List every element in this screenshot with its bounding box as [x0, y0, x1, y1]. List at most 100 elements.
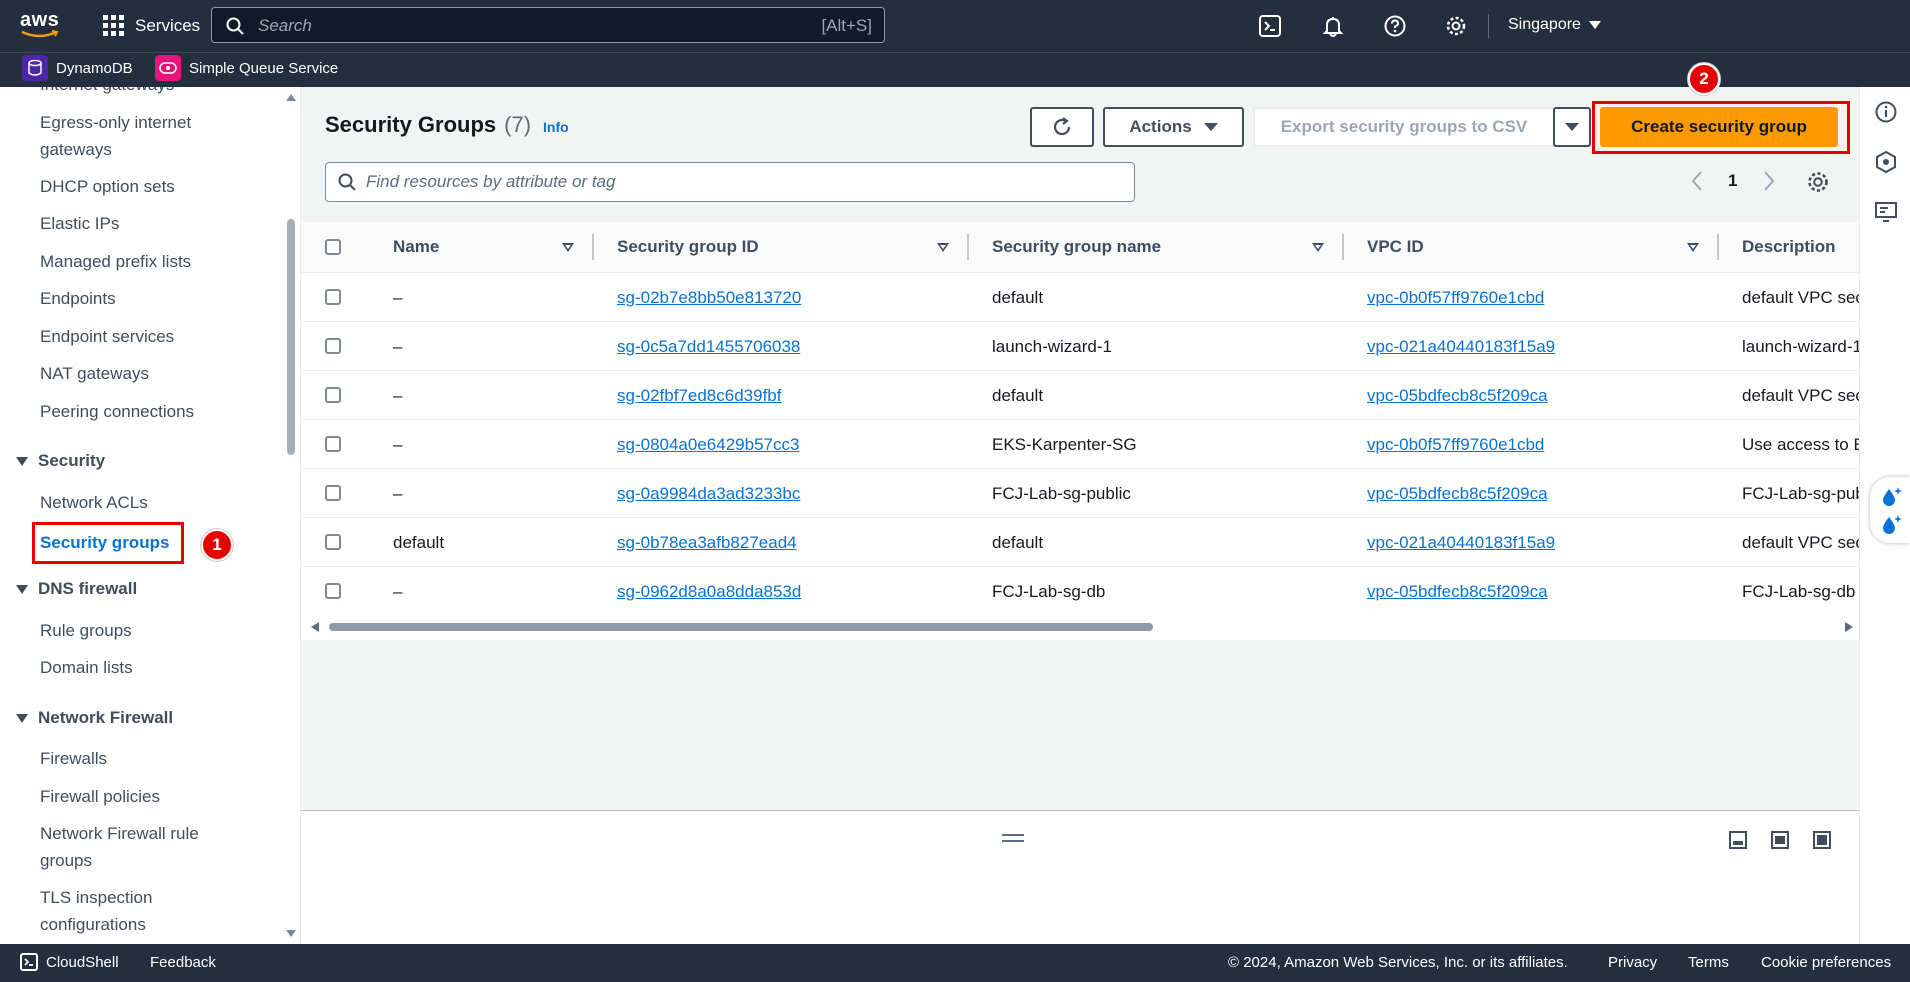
split-panel-drag-handle[interactable] — [1001, 833, 1025, 843]
nav-item-tls-inspection-cont[interactable]: configurations — [40, 911, 146, 938]
caret-down-icon — [16, 584, 28, 594]
notifications-button[interactable] — [1303, 0, 1363, 52]
right-tools-rail — [1859, 87, 1910, 944]
table-row[interactable]: default sg-0b78ea3afb827ead4 default vpc… — [301, 517, 1859, 566]
table-row[interactable]: – sg-02b7e8bb50e813720 default vpc-0b0f5… — [301, 272, 1859, 321]
nav-item-nfw-rule-groups[interactable]: Network Firewall rule — [40, 820, 199, 847]
column-resizer[interactable] — [967, 234, 969, 260]
cloudshell-footer-button[interactable]: CloudShell — [20, 953, 119, 971]
cell-sg-id-link[interactable]: sg-0b78ea3afb827ead4 — [617, 518, 797, 567]
panel-hide-button[interactable] — [1813, 831, 1831, 849]
refresh-button[interactable] — [1030, 107, 1094, 147]
table-row[interactable]: – sg-0804a0e6429b57cc3 EKS-Karpenter-SG … — [301, 419, 1859, 468]
panel-bottom-button[interactable] — [1729, 831, 1747, 849]
column-header-sg-name[interactable]: Security group name — [992, 222, 1362, 272]
favorite-sqs[interactable]: Simple Queue Service — [155, 55, 338, 81]
cell-sg-id-link[interactable]: sg-0c5a7dd1455706038 — [617, 322, 800, 371]
next-page-button[interactable] — [1762, 170, 1776, 192]
nav-item-tls-inspection[interactable]: TLS inspection — [40, 884, 152, 911]
nav-item-egress-only-cont[interactable]: gateways — [40, 136, 112, 163]
cell-vpc-link[interactable]: vpc-021a40440183f15a9 — [1367, 518, 1555, 567]
aws-logo[interactable]: aws — [20, 10, 60, 40]
nav-item-firewalls[interactable]: Firewalls — [40, 745, 107, 772]
table-row[interactable]: – sg-0c5a7dd1455706038 launch-wizard-1 v… — [301, 321, 1859, 370]
row-checkbox[interactable] — [325, 289, 341, 305]
privacy-link[interactable]: Privacy — [1608, 954, 1657, 971]
help-button[interactable] — [1365, 0, 1425, 52]
actions-dropdown[interactable]: Actions — [1103, 107, 1244, 147]
nav-item-security-groups[interactable]: Security groups — [40, 529, 169, 556]
cell-vpc-link[interactable]: vpc-05bdfecb8c5f209ca — [1367, 371, 1548, 420]
table-preferences-button[interactable] — [1806, 170, 1830, 194]
column-resizer[interactable] — [592, 234, 594, 260]
nav-item-endpoint-services[interactable]: Endpoint services — [40, 323, 174, 350]
info-link[interactable]: Info — [543, 119, 569, 135]
select-all-checkbox[interactable] — [325, 239, 341, 255]
nav-item-elastic-ips[interactable]: Elastic IPs — [40, 210, 119, 237]
nav-item-egress-only[interactable]: Egress-only internet — [40, 109, 191, 136]
explore-related-button[interactable] — [1875, 151, 1897, 173]
cell-vpc-link[interactable]: vpc-0b0f57ff9760e1cbd — [1367, 273, 1544, 322]
cell-sg-id-link[interactable]: sg-02b7e8bb50e813720 — [617, 273, 801, 322]
column-header-description[interactable]: Description — [1742, 222, 1859, 272]
row-checkbox[interactable] — [325, 485, 341, 501]
row-checkbox[interactable] — [325, 387, 341, 403]
nav-item-endpoints[interactable]: Endpoints — [40, 285, 116, 312]
table-row[interactable]: – sg-0a9984da3ad3233bc FCJ-Lab-sg-public… — [301, 468, 1859, 517]
terms-link[interactable]: Terms — [1688, 954, 1729, 971]
row-checkbox[interactable] — [325, 534, 341, 550]
cookie-preferences-link[interactable]: Cookie preferences — [1761, 954, 1891, 971]
export-options-dropdown[interactable] — [1553, 107, 1591, 147]
info-panel-button[interactable] — [1875, 101, 1897, 123]
table-horizontal-scrollbar[interactable] — [308, 620, 1856, 634]
console-feedback-button[interactable] — [1875, 201, 1897, 223]
cell-vpc-link[interactable]: vpc-0b0f57ff9760e1cbd — [1367, 420, 1544, 469]
column-resizer[interactable] — [1342, 234, 1344, 260]
floating-widget[interactable] — [1870, 477, 1910, 543]
settings-button[interactable] — [1426, 0, 1486, 52]
nav-item-nfw-rule-groups-cont[interactable]: groups — [40, 847, 92, 874]
column-header-name[interactable]: Name — [393, 222, 574, 272]
nav-item-prefix-lists[interactable]: Managed prefix lists — [40, 248, 191, 275]
table-row[interactable]: – sg-02fbf7ed8c6d39fbf default vpc-05bdf… — [301, 370, 1859, 419]
nav-section-network-firewall[interactable]: Network Firewall — [16, 708, 173, 728]
favorite-dynamodb[interactable]: DynamoDB — [22, 55, 133, 81]
cell-vpc-link[interactable]: vpc-05bdfecb8c5f209ca — [1367, 469, 1548, 518]
nav-section-dns-firewall[interactable]: DNS firewall — [16, 579, 137, 599]
row-checkbox[interactable] — [325, 338, 341, 354]
cloudshell-button[interactable] — [1240, 0, 1300, 52]
cell-sg-id-link[interactable]: sg-0804a0e6429b57cc3 — [617, 420, 799, 469]
cell-sg-name: FCJ-Lab-sg-db — [992, 581, 1106, 601]
row-checkbox[interactable] — [325, 436, 341, 452]
nav-item-internet-gateways[interactable]: Internet gateways — [40, 87, 174, 98]
services-menu-button[interactable]: Services — [103, 15, 200, 37]
table-row[interactable]: – sg-0962d8a0a8dda853d FCJ-Lab-sg-db vpc… — [301, 566, 1859, 615]
feedback-link[interactable]: Feedback — [150, 954, 216, 971]
nav-item-domain-lists[interactable]: Domain lists — [40, 654, 133, 681]
cell-vpc-link[interactable]: vpc-021a40440183f15a9 — [1367, 322, 1555, 371]
create-security-group-button[interactable]: Create security group — [1600, 107, 1838, 147]
nav-item-firewall-policies[interactable]: Firewall policies — [40, 783, 160, 810]
export-csv-button[interactable]: Export security groups to CSV — [1253, 107, 1555, 147]
nav-item-peering[interactable]: Peering connections — [40, 398, 194, 425]
cell-sg-id-link[interactable]: sg-0a9984da3ad3233bc — [617, 469, 800, 518]
panel-side-button[interactable] — [1771, 831, 1789, 849]
nav-section-security[interactable]: Security — [16, 451, 105, 471]
row-checkbox[interactable] — [325, 583, 341, 599]
nav-item-nat-gateways[interactable]: NAT gateways — [40, 360, 149, 387]
column-resizer[interactable] — [1717, 234, 1719, 260]
nav-item-rule-groups[interactable]: Rule groups — [40, 617, 132, 644]
nav-item-network-acls[interactable]: Network ACLs — [40, 489, 148, 516]
sidebar-scrollbar[interactable] — [284, 87, 298, 944]
filter-input[interactable]: Find resources by attribute or tag — [325, 162, 1135, 202]
prev-page-button[interactable] — [1690, 170, 1704, 192]
cell-vpc-link[interactable]: vpc-05bdfecb8c5f209ca — [1367, 567, 1548, 616]
column-header-vpc-id[interactable]: VPC ID — [1367, 222, 1737, 272]
region-selector[interactable]: Singapore — [1508, 16, 1601, 34]
page-number[interactable]: 1 — [1728, 171, 1737, 191]
column-header-sg-id[interactable]: Security group ID — [617, 222, 987, 272]
cell-sg-id-link[interactable]: sg-0962d8a0a8dda853d — [617, 567, 801, 616]
global-search-input[interactable]: Search [Alt+S] — [211, 7, 885, 43]
cell-sg-id-link[interactable]: sg-02fbf7ed8c6d39fbf — [617, 371, 781, 420]
nav-item-dhcp[interactable]: DHCP option sets — [40, 173, 175, 200]
